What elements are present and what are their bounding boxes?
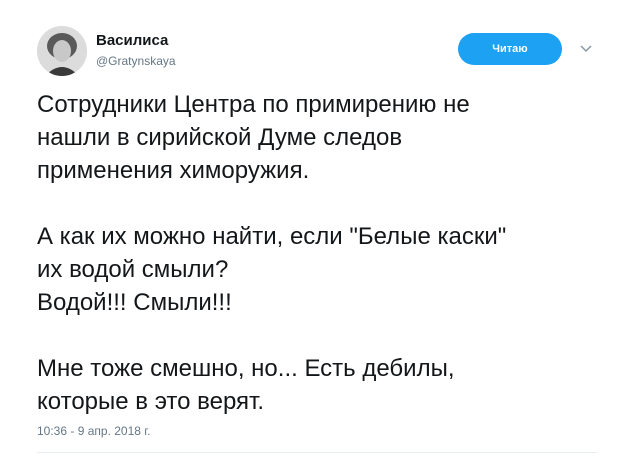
divider — [37, 452, 597, 453]
chevron-down-icon[interactable] — [578, 40, 594, 56]
avatar[interactable] — [37, 26, 87, 76]
author-display-name[interactable]: Василиса — [96, 32, 168, 49]
following-button[interactable]: Читаю — [458, 33, 562, 65]
avatar-image — [37, 26, 87, 76]
tweet-text: Сотрудники Центра по примирению не нашли… — [37, 91, 507, 415]
author-username[interactable]: @Gratynskaya — [96, 54, 176, 68]
tweet-card: Василиса @Gratynskaya Читаю Сотрудники Ц… — [0, 0, 634, 460]
tweet-timestamp[interactable]: 10:36 - 9 апр. 2018 г. — [37, 424, 151, 438]
